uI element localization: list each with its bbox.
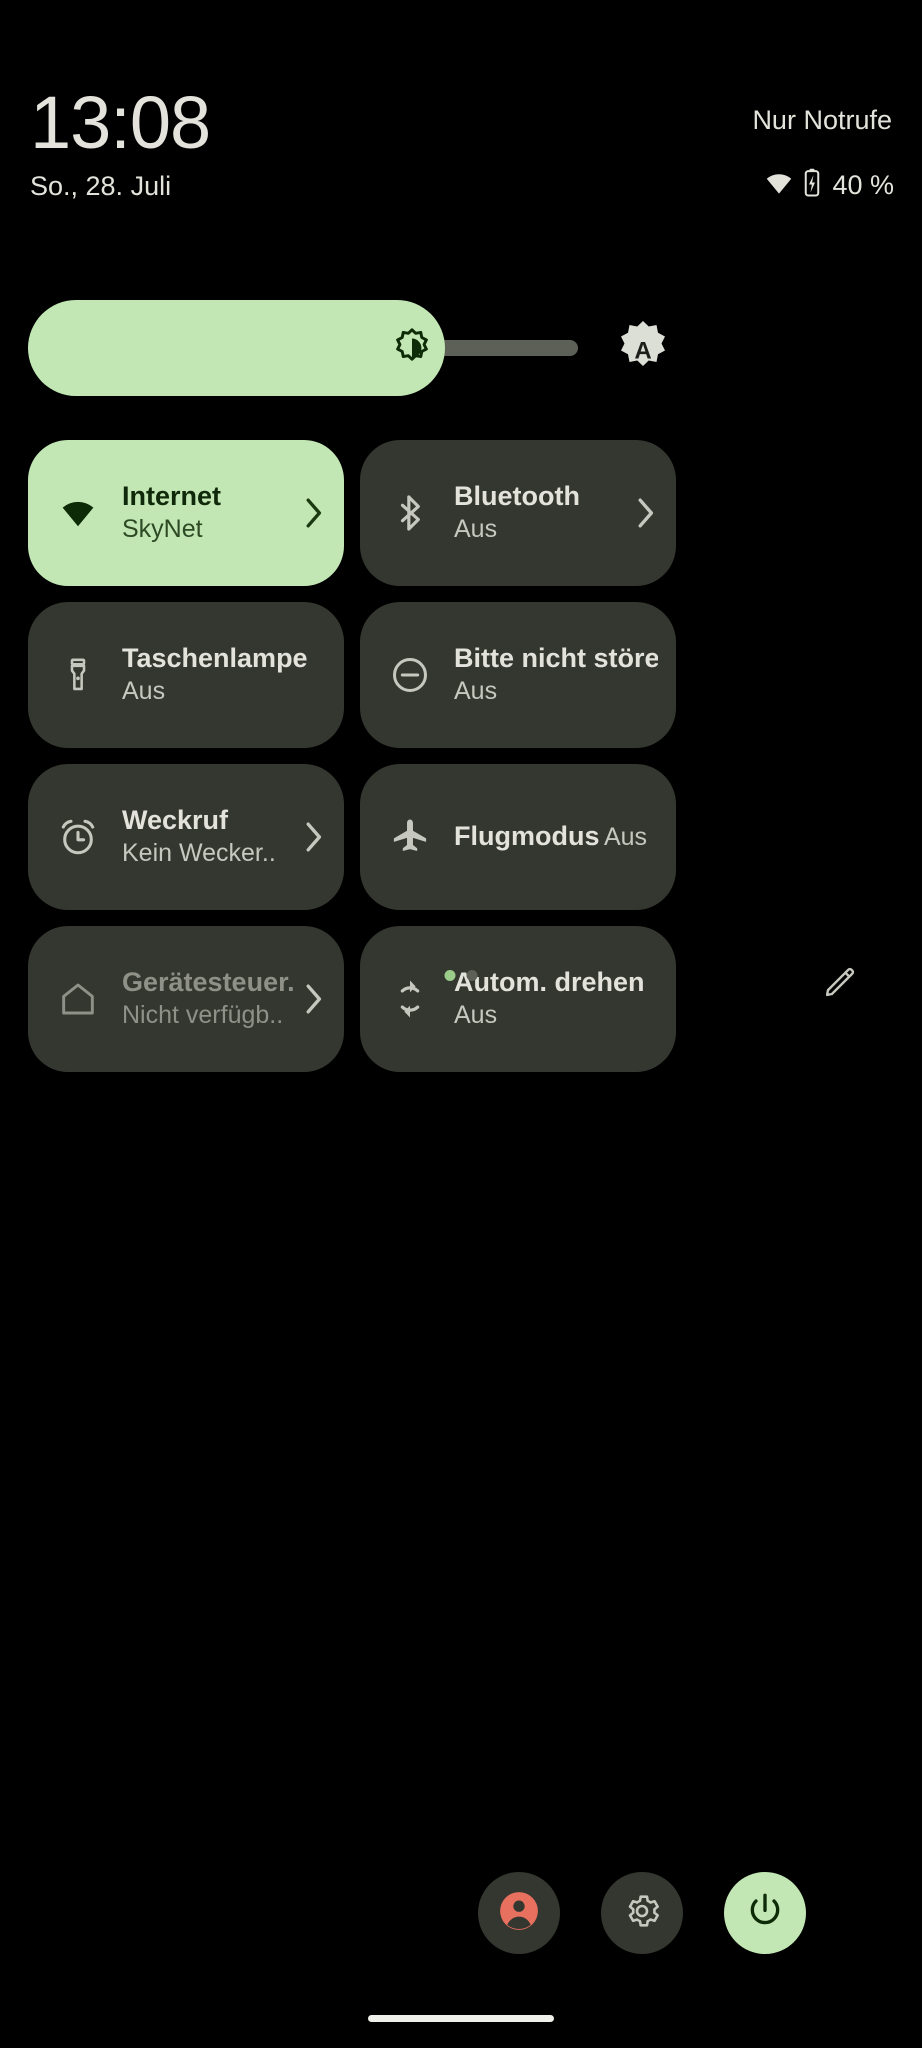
- tile-row: Taschenlampe Aus Bitte nicht stören Aus: [28, 602, 894, 748]
- brightness-icon: [391, 327, 433, 369]
- tile-sublabel: Kein Wecker..: [122, 839, 276, 867]
- status-icons: 40 %: [764, 168, 894, 202]
- tile-text: Internet SkyNet: [122, 480, 294, 546]
- bluetooth-icon: [388, 491, 432, 535]
- auto-brightness-icon[interactable]: A: [612, 318, 674, 378]
- tile-text: Bitte nicht stören Aus: [454, 642, 658, 708]
- gear-icon: [622, 1891, 662, 1936]
- status-header: 13:08 Nur Notrufe So., 28. Juli 40 %: [0, 0, 922, 220]
- tile-row: Weckruf Kein Wecker.. Flugmodus Aus: [28, 764, 894, 910]
- svg-text:A: A: [634, 338, 651, 365]
- tile-text: Taschenlampe Aus: [122, 642, 326, 708]
- tile-airplane-mode[interactable]: Flugmodus Aus: [360, 764, 676, 910]
- tile-row: Internet SkyNet Bluetooth Aus: [28, 440, 894, 586]
- alarm-icon: [56, 815, 100, 859]
- tile-label: Internet: [122, 481, 222, 511]
- tile-flashlight[interactable]: Taschenlampe Aus: [28, 602, 344, 748]
- wifi-icon: [764, 168, 794, 203]
- user-avatar-icon: [497, 1889, 541, 1938]
- brightness-slider[interactable]: [28, 300, 578, 396]
- edit-tiles-button[interactable]: [818, 962, 862, 1006]
- tile-internet[interactable]: Internet SkyNet: [28, 440, 344, 586]
- tile-label: Taschenlampe: [122, 643, 308, 673]
- tile-alarm[interactable]: Weckruf Kein Wecker..: [28, 764, 344, 910]
- tile-sublabel: Aus: [454, 677, 498, 705]
- do-not-disturb-icon: [388, 653, 432, 697]
- tile-text: Weckruf Kein Wecker..: [122, 804, 294, 870]
- tile-sublabel: Aus: [454, 515, 498, 543]
- tile-label: Weckruf: [122, 805, 229, 835]
- battery-charging-icon: [802, 168, 822, 203]
- chevron-right-icon[interactable]: [300, 817, 326, 857]
- tile-sublabel: Aus: [603, 823, 648, 851]
- tile-do-not-disturb[interactable]: Bitte nicht stören Aus: [360, 602, 676, 748]
- navigation-pill[interactable]: [368, 2015, 554, 2022]
- airplane-icon: [388, 815, 432, 859]
- tile-label: Flugmodus: [454, 821, 600, 851]
- battery-percentage: 40 %: [832, 170, 894, 200]
- tile-text: Flugmodus Aus: [454, 820, 658, 854]
- wifi-icon: [56, 491, 100, 535]
- tile-sublabel: SkyNet: [122, 515, 203, 543]
- page-dot-2[interactable]: [466, 970, 478, 981]
- carrier-label: Nur Notrufe: [752, 105, 892, 135]
- tile-sublabel: Aus: [122, 677, 166, 705]
- tile-label: Bluetooth: [454, 481, 580, 511]
- chevron-right-icon[interactable]: [300, 493, 326, 533]
- pencil-icon: [822, 964, 858, 1005]
- flashlight-icon: [56, 653, 100, 697]
- pager-row: [0, 962, 922, 1010]
- power-icon: [745, 1891, 785, 1936]
- user-switcher-button[interactable]: [478, 1872, 560, 1954]
- page-indicator: [444, 970, 478, 981]
- page-dot-1[interactable]: [444, 970, 456, 981]
- tile-label: Bitte nicht stören: [454, 643, 658, 673]
- footer-actions: [0, 1872, 922, 1956]
- brightness-fill: [28, 300, 445, 396]
- brightness-row: A: [0, 300, 922, 396]
- settings-button[interactable]: [601, 1872, 683, 1954]
- quick-settings-panel: 13:08 Nur Notrufe So., 28. Juli 40 % A I…: [0, 0, 922, 2048]
- clock[interactable]: 13:08: [30, 82, 211, 164]
- chevron-right-icon[interactable]: [632, 493, 658, 533]
- power-button[interactable]: [724, 1872, 806, 1954]
- tile-bluetooth[interactable]: Bluetooth Aus: [360, 440, 676, 586]
- date-label[interactable]: So., 28. Juli: [30, 170, 171, 202]
- tile-text: Bluetooth Aus: [454, 480, 626, 546]
